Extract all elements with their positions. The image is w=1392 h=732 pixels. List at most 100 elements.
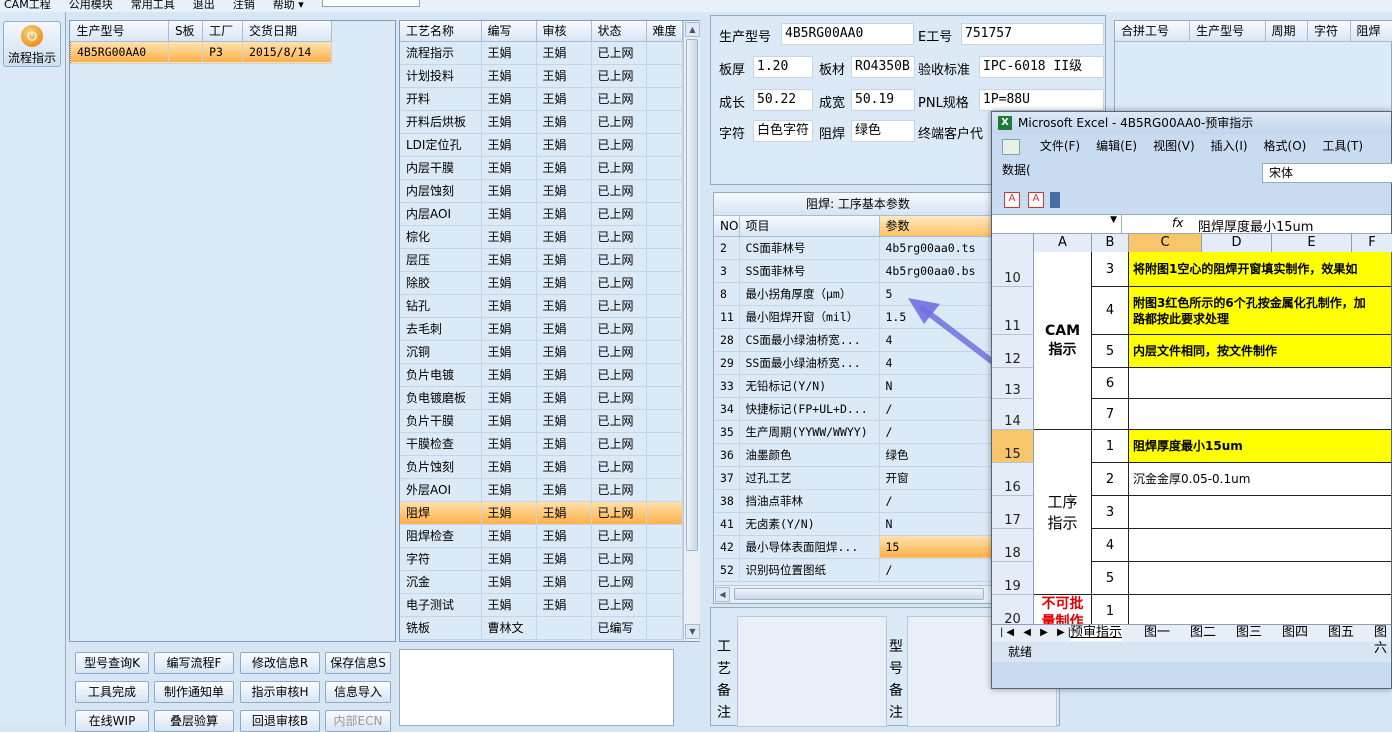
params-row[interactable]: 2 CS面菲林号 4b5rg00aa0.ts [714, 236, 1005, 260]
process-row[interactable]: 负片电镀 王娟 王娟 已上网 [400, 363, 683, 387]
sheet-tab[interactable]: 图一 [1144, 625, 1170, 641]
pdf-mail-icon[interactable]: A [1028, 192, 1044, 208]
params-col-header[interactable]: NO [714, 216, 740, 237]
row-header[interactable]: 13 [992, 368, 1034, 399]
row-header[interactable]: 14 [992, 399, 1034, 430]
formula-input[interactable]: 阻焊厚度最小15um [1198, 216, 1313, 235]
instruction-cell[interactable] [1129, 368, 1391, 399]
row-header[interactable]: 11 [992, 287, 1034, 335]
row-header[interactable]: 15 [992, 430, 1034, 463]
length-field[interactable]: 50.22 [753, 89, 813, 111]
excel-titlebar[interactable]: X Microsoft Excel - 4B5RG00AA0-预审指示 [992, 112, 1391, 134]
process-row[interactable]: 字符 王娟 王娟 已上网 [400, 547, 683, 571]
process-row[interactable]: 外层AOI 王娟 王娟 已上网 [400, 478, 683, 502]
scroll-thumb[interactable] [686, 39, 698, 551]
process-notes-field[interactable] [737, 616, 887, 727]
material-field[interactable]: RO4350B [851, 56, 915, 78]
action-button[interactable]: 内部ECN [325, 710, 391, 732]
merge-col-header[interactable]: 合拼工号 [1115, 21, 1191, 42]
row-header[interactable]: 17 [992, 496, 1034, 529]
action-button[interactable]: 修改信息R [240, 652, 320, 674]
instruction-cell[interactable] [1129, 595, 1391, 624]
process-row[interactable]: 沉铜 王娟 王娟 已上网 [400, 340, 683, 364]
seq-cell[interactable]: 4 [1092, 287, 1129, 335]
instruction-cell[interactable]: 将附图1空心的阻焊开窗填实制作，效果如 [1129, 252, 1391, 287]
process-row[interactable]: 铣板 曹林文 已编写 [400, 616, 683, 640]
excel-menu-item[interactable]: 编辑(E) [1096, 139, 1137, 153]
process-col-header[interactable]: 审核 [536, 21, 592, 42]
process-row[interactable]: 干膜检查 王娟 王娟 已上网 [400, 432, 683, 456]
eno-field[interactable]: 751757 [961, 23, 1104, 45]
action-button[interactable]: 回退审核B [240, 710, 320, 732]
process-row[interactable]: 流程指示 王娟 王娟 已上网 [400, 41, 683, 65]
sheet-tab[interactable]: 图五 [1328, 625, 1354, 641]
order-row[interactable]: 4B5RG00AA0 P3 2015/8/14 [70, 41, 333, 64]
process-col-header[interactable]: 编写 [481, 21, 537, 42]
process-row[interactable]: 内层蚀刻 王娟 王娟 已上网 [400, 179, 683, 203]
process-row[interactable]: 开料后烘板 王娟 王娟 已上网 [400, 110, 683, 134]
process-group-cell[interactable]: 工序 指示 [1034, 430, 1092, 595]
row-header[interactable]: 20 [992, 595, 1034, 624]
menu-item[interactable]: 常用工具 [131, 0, 175, 10]
instruction-cell[interactable]: 阻焊厚度最小15um [1129, 430, 1391, 463]
name-box[interactable]: ▼ [998, 215, 1122, 233]
pnl-field[interactable]: 1P=88U [979, 89, 1104, 111]
row-header[interactable]: 16 [992, 463, 1034, 496]
char-field[interactable]: 白色字符 [753, 120, 813, 142]
column-header[interactable]: C [1129, 234, 1202, 252]
menu-item[interactable]: 帮助 ▾ [273, 0, 304, 10]
sheet-tab[interactable]: 图六 [1374, 625, 1391, 657]
instruction-cell[interactable]: 沉金金厚0.05-0.1um [1129, 463, 1391, 496]
column-header[interactable]: E [1272, 234, 1352, 252]
params-col-header[interactable]: 参数 [879, 216, 1005, 237]
process-row[interactable]: 棕化 王娟 王娟 已上网 [400, 225, 683, 249]
seq-cell[interactable]: 7 [1092, 399, 1129, 430]
hscroll-thumb[interactable] [734, 588, 984, 600]
batch-group-cell[interactable]: 不可批 量制作 [1034, 595, 1092, 624]
process-row[interactable]: 计划投料 王娟 王娟 已上网 [400, 64, 683, 88]
seq-cell[interactable]: 1 [1092, 430, 1129, 463]
order-col-header[interactable]: 工厂 [202, 21, 243, 42]
seq-cell[interactable]: 5 [1092, 335, 1129, 368]
doc-icon[interactable] [1002, 138, 1020, 155]
instruction-cell[interactable] [1129, 562, 1391, 595]
process-row[interactable]: 层压 王娟 王娟 已上网 [400, 248, 683, 272]
menu-item[interactable]: 公用模块 [69, 0, 113, 10]
model-field[interactable]: 4B5RG00AA0 [781, 23, 914, 45]
action-button[interactable]: 制作通知单 [154, 681, 234, 703]
menu-combo[interactable] [321, 0, 420, 7]
column-header[interactable]: A [1034, 234, 1092, 252]
process-col-header[interactable]: 难度 [646, 21, 683, 42]
params-row[interactable]: 3 SS面菲林号 4b5rg00aa0.bs [714, 259, 1005, 283]
excel-menu-item[interactable]: 工具(T) [1322, 139, 1363, 153]
process-col-header[interactable]: 状态 [591, 21, 647, 42]
sheet-tab[interactable]: 预审指示 [1070, 625, 1123, 641]
merge-col-header[interactable]: 周期 [1265, 21, 1309, 42]
mask-field[interactable]: 绿色 [851, 120, 915, 142]
row-header[interactable]: 12 [992, 335, 1034, 368]
process-row[interactable]: 负电镀磨板 王娟 王娟 已上网 [400, 386, 683, 410]
params-col-header[interactable]: 项目 [739, 216, 880, 237]
action-button[interactable]: 叠层验算 [154, 710, 234, 732]
seq-cell[interactable]: 4 [1092, 529, 1129, 562]
scroll-up-icon[interactable]: ▲ [685, 22, 700, 37]
params-row[interactable]: 38 挡油点菲林 / [714, 489, 1005, 513]
instruction-cell[interactable]: 附图3红色所示的6个孔按金属化孔制作，加 路都按此要求处理 [1129, 287, 1391, 335]
instruction-cell[interactable] [1129, 496, 1391, 529]
process-row[interactable]: 阻焊检查 王娟 王娟 已上网 [400, 524, 683, 548]
pdf-icon[interactable]: A [1004, 192, 1020, 208]
merge-col-header[interactable]: 阻焊 [1350, 21, 1392, 42]
action-button[interactable]: 工具完成 [75, 681, 149, 703]
column-header[interactable]: B [1092, 234, 1129, 252]
process-row[interactable]: 阻焊 王娟 王娟 已上网 [400, 501, 683, 525]
merge-col-header[interactable]: 字符 [1307, 21, 1351, 42]
row-header[interactable]: 19 [992, 562, 1034, 595]
action-button[interactable]: 指示审核H [240, 681, 320, 703]
cam-group-cell[interactable]: CAM 指示 [1034, 252, 1092, 430]
action-button[interactable]: 编写流程F [154, 652, 234, 674]
row-header[interactable]: 10 [992, 252, 1034, 287]
action-button[interactable]: 保存信息S [325, 652, 391, 674]
sheet-tab[interactable]: 图四 [1282, 625, 1308, 641]
process-row[interactable]: 电子测试 王娟 王娟 已上网 [400, 593, 683, 617]
order-col-header[interactable]: 生产型号 [70, 21, 169, 42]
